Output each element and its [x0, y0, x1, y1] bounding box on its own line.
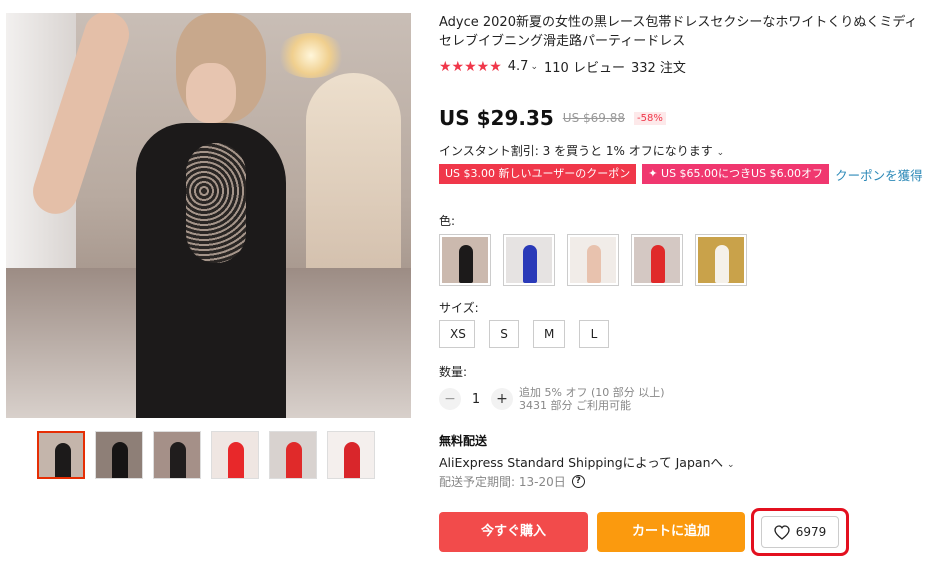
quantity-label: 数量:: [439, 365, 468, 379]
sparkle-icon: ✦: [648, 167, 662, 180]
star-rating-icons: ★★★★★: [439, 58, 502, 75]
quantity-increment-button[interactable]: +: [491, 388, 513, 410]
rating-value[interactable]: 4.7: [508, 59, 529, 74]
size-l[interactable]: L: [579, 320, 609, 348]
help-icon[interactable]: ?: [571, 475, 585, 488]
store-coupon-label: US $65.00につきUS $6.00オフ: [661, 167, 824, 180]
original-price: US $69.88: [562, 111, 625, 125]
quantity-note: 追加 5% オフ (10 部分 以上) 3431 部分 ご利用可能: [519, 386, 665, 412]
image-chandelier: [276, 33, 346, 78]
thumbnail-3[interactable]: [153, 431, 201, 479]
thumbnail-strip: [37, 431, 375, 479]
color-swatch-white[interactable]: [695, 234, 747, 286]
bulk-discount-note: 追加 5% オフ (10 部分 以上): [519, 386, 665, 399]
coupon-row: US $3.00 新しいユーザーのクーポン ✦ US $65.00につきUS $…: [439, 164, 923, 184]
color-swatch-red[interactable]: [631, 234, 683, 286]
size-options: XS S M L: [439, 320, 609, 348]
color-label: 色:: [439, 214, 456, 228]
instant-discount-text: インスタント割引: 3 を買うと 1% オフになります: [439, 144, 713, 158]
thumbnail-5[interactable]: [269, 431, 317, 479]
color-swatch-blue[interactable]: [503, 234, 555, 286]
review-count[interactable]: 110 レビュー: [544, 57, 625, 76]
discount-badge: -58%: [634, 111, 666, 125]
color-swatch-black[interactable]: [439, 234, 491, 286]
thumbnail-6[interactable]: [327, 431, 375, 479]
quantity-value[interactable]: 1: [461, 392, 491, 407]
product-main-image[interactable]: [6, 13, 411, 418]
shipping-method[interactable]: AliExpress Standard Shippingによって Japanへ …: [439, 452, 735, 471]
chevron-down-icon: ⌄: [716, 148, 725, 158]
product-title: Adyce 2020新夏の女性の黒レース包帯ドレスセクシーなホワイトくりぬくミデ…: [439, 15, 918, 49]
stock-available-note: 3431 部分 ご利用可能: [519, 399, 631, 412]
instant-discount[interactable]: インスタント割引: 3 を買うと 1% オフになります ⌄: [439, 142, 724, 159]
wishlist-button[interactable]: 6979: [761, 516, 839, 548]
color-options: [439, 234, 747, 286]
quantity-stepper: − 1 + 追加 5% オフ (10 部分 以上) 3431 部分 ご利用可能: [439, 386, 665, 412]
image-model-face: [186, 63, 236, 123]
delivery-estimate-text: 配送予定期間: 13-20日: [439, 475, 566, 489]
quantity-decrement-button[interactable]: −: [439, 388, 461, 410]
heart-icon: [774, 524, 790, 540]
thumbnail-1[interactable]: [37, 431, 85, 479]
image-lace-detail: [186, 143, 246, 263]
wishlist-count: 6979: [795, 525, 827, 539]
new-user-coupon[interactable]: US $3.00 新しいユーザーのクーポン: [439, 164, 637, 184]
get-coupon-link[interactable]: クーポンを獲得: [835, 165, 923, 184]
rating-row: ★★★★★ 4.7 ⌄ 110 レビュー 332 注文: [439, 57, 686, 77]
size-s[interactable]: S: [489, 320, 519, 348]
shipping-method-text: AliExpress Standard Shippingによって Japanへ: [439, 455, 723, 470]
free-shipping-title: 無料配送: [439, 434, 488, 448]
color-swatch-nude[interactable]: [567, 234, 619, 286]
order-count: 332 注文: [630, 61, 686, 76]
chevron-down-icon: ⌄: [726, 460, 735, 470]
thumbnail-4[interactable]: [211, 431, 259, 479]
current-price: US $29.35: [439, 106, 554, 130]
price-row: US $29.35 US $69.88 -58%: [439, 106, 666, 130]
size-m[interactable]: M: [533, 320, 565, 348]
delivery-estimate: 配送予定期間: 13-20日 ?: [439, 473, 585, 490]
size-label: サイズ:: [439, 301, 479, 315]
size-xs[interactable]: XS: [439, 320, 475, 348]
store-coupon[interactable]: ✦ US $65.00につきUS $6.00オフ: [642, 164, 830, 184]
thumbnail-2[interactable]: [95, 431, 143, 479]
buy-now-button[interactable]: 今すぐ購入: [439, 512, 588, 552]
chevron-down-icon[interactable]: ⌄: [530, 62, 538, 72]
add-to-cart-button[interactable]: カートに追加: [597, 512, 745, 552]
